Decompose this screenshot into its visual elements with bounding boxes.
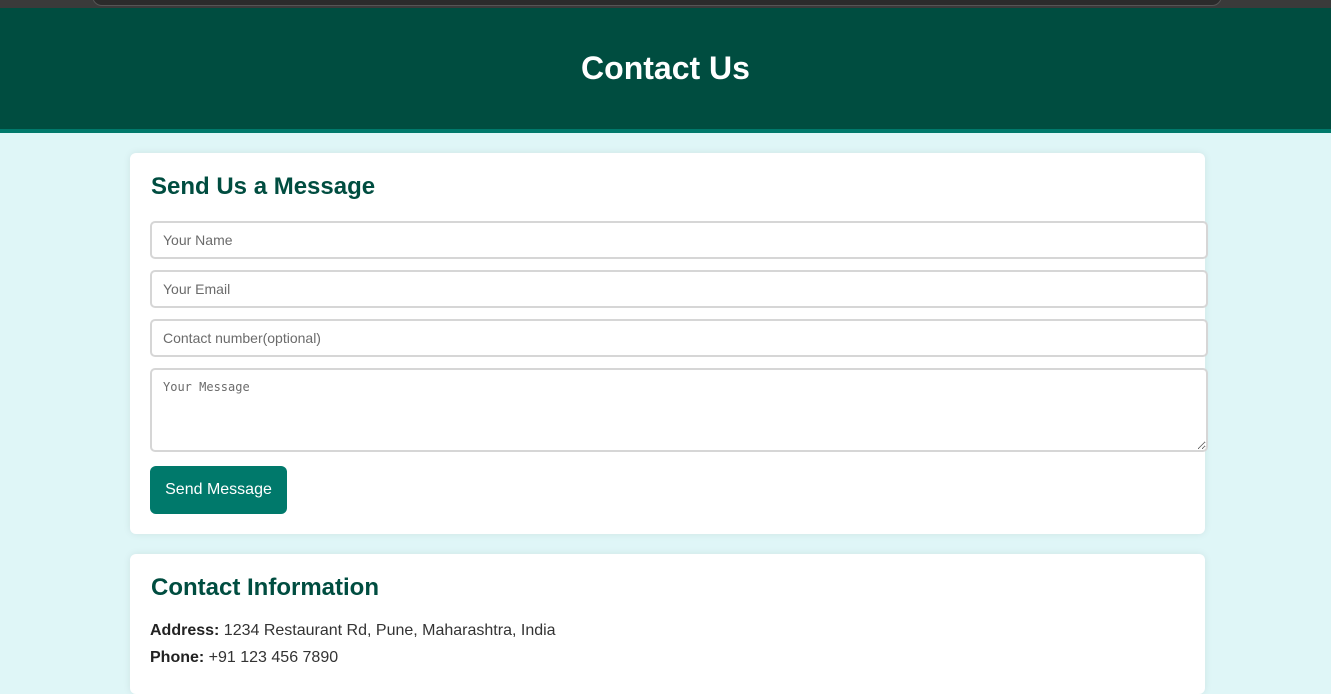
browser-chrome-strip xyxy=(0,0,1331,8)
address-line: Address: 1234 Restaurant Rd, Pune, Mahar… xyxy=(150,621,556,641)
address-value: 1234 Restaurant Rd, Pune, Maharashtra, I… xyxy=(219,622,556,639)
info-title: Contact Information xyxy=(151,574,379,601)
contact-form-card: Send Us a Message Send Message xyxy=(130,153,1208,534)
page-header: Contact Us xyxy=(0,8,1331,133)
address-label: Address: xyxy=(150,622,220,639)
message-textarea[interactable] xyxy=(150,368,1208,452)
phone-line: Phone: +91 123 456 7890 xyxy=(150,648,338,668)
name-input[interactable] xyxy=(150,221,1208,259)
page-title: Contact Us xyxy=(581,50,750,86)
contact-info-card: Contact Information Address: 1234 Restau… xyxy=(130,554,1205,694)
browser-address-bar[interactable] xyxy=(92,0,1222,6)
form-title: Send Us a Message xyxy=(151,173,376,200)
phone-input[interactable] xyxy=(150,319,1208,357)
email-input[interactable] xyxy=(150,270,1208,308)
send-message-button[interactable]: Send Message xyxy=(150,466,287,514)
